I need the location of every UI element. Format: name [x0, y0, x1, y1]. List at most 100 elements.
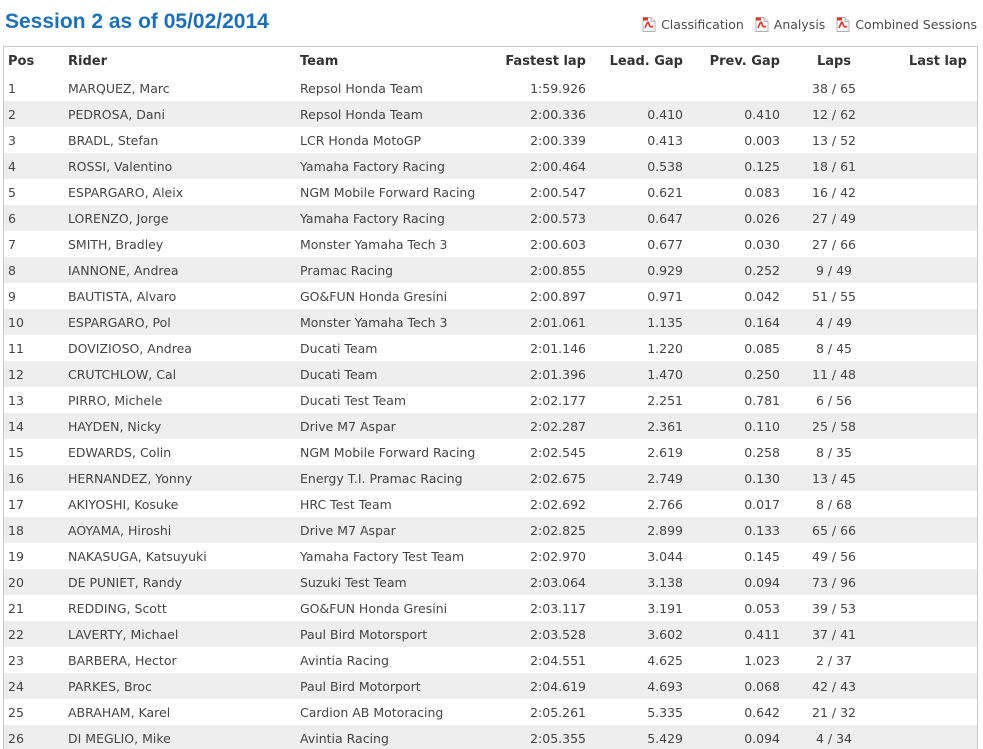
cell-fastest-lap: 2:04.551 [530, 652, 586, 668]
cell-prev-gap: 0.085 [744, 340, 780, 356]
cell-rider: DI MEGLIO, Mike [68, 725, 300, 749]
table-row: 17 AKIYOSHI, Kosuke HRC Test Team 2:02.692 2… [4, 491, 977, 517]
table-row: 11 DOVIZIOSO, Andrea Ducati Team 2:01.146 1.… [4, 335, 977, 361]
cell-team: Drive M7 Aspar [300, 413, 485, 439]
cell-team: Yamaha Factory Test Team [300, 548, 465, 564]
cell-fastest-lap: 2:05.261 [530, 704, 586, 720]
column-header-rider: Rider [68, 53, 107, 69]
cell-fastest-lap: 2:00.603 [530, 236, 586, 252]
cell-laps: 73 / 96 [780, 569, 888, 595]
cell-last-lap [888, 621, 977, 647]
table-row: 4 ROSSI, Valentino Yamaha Factory Racing 2:… [4, 153, 977, 179]
cell-last-lap [888, 595, 977, 621]
combined-sessions-link[interactable]: Combined Sessions [836, 17, 977, 32]
results-table-container: Pos Rider Team Fastest lap Lead. Gap Pre… [3, 46, 978, 749]
column-header-laps: Laps [816, 53, 852, 69]
cell-pos: 6 [4, 205, 68, 231]
cell-last-lap [888, 517, 977, 543]
table-row: 7 SMITH, Bradley Monster Yamaha Tech 3 2:00… [4, 231, 977, 257]
cell-last-lap [888, 101, 977, 127]
cell-rider: REDDING, Scott [68, 600, 167, 616]
cell-team: Pramac Racing [300, 257, 485, 283]
page-title: Session 2 as of 05/02/2014 [5, 10, 269, 33]
cell-fastest-lap: 2:00.573 [485, 205, 586, 231]
cell-last-lap [888, 153, 977, 179]
analysis-link[interactable]: Analysis [755, 17, 826, 32]
table-row: 14 HAYDEN, Nicky Drive M7 Aspar 2:02.287 2.3… [4, 413, 977, 439]
cell-lead-gap: 4.625 [647, 652, 683, 668]
cell-lead-gap: 0.413 [647, 132, 683, 148]
table-row: 25 ABRAHAM, Karel Cardion AB Motoracing 2:0… [4, 699, 977, 725]
cell-pos: 17 [8, 496, 24, 512]
cell-team: Yamaha Factory Racing [300, 205, 485, 231]
cell-team: Yamaha Factory Racing [300, 153, 485, 179]
cell-last-lap [888, 179, 977, 205]
cell-laps: 2 / 37 [815, 652, 853, 668]
cell-fastest-lap: 2:00.855 [485, 257, 586, 283]
cell-team: Avintia Racing [300, 725, 485, 749]
cell-pos: 18 [4, 517, 68, 543]
cell-team: NGM Mobile Forward Racing [300, 184, 476, 200]
cell-team: GO&FUN Honda Gresini [300, 288, 448, 304]
cell-laps: 27 / 49 [780, 205, 888, 231]
cell-last-lap [888, 413, 977, 439]
cell-fastest-lap: 2:02.970 [530, 548, 586, 564]
cell-rider: DE PUNIET, Randy [68, 569, 300, 595]
cell-laps: 8 / 35 [815, 444, 853, 460]
cell-last-lap [888, 231, 977, 257]
cell-team: Repsol Honda Team [300, 80, 423, 96]
cell-prev-gap: 0.411 [683, 621, 780, 647]
cell-lead-gap: 5.335 [647, 704, 683, 720]
cell-rider: PIRRO, Michele [68, 392, 163, 408]
cell-last-lap [888, 725, 977, 749]
cell-rider: EDWARDS, Colin [68, 444, 172, 460]
cell-prev-gap: 0.003 [744, 132, 780, 148]
cell-fastest-lap: 2:02.692 [530, 496, 586, 512]
cell-rider: BARBERA, Hector [68, 652, 177, 668]
cell-team: Ducati Test Team [300, 392, 407, 408]
column-header-last-lap: Last lap [908, 53, 967, 69]
cell-lead-gap: 1.220 [647, 340, 683, 356]
cell-lead-gap: 0.677 [647, 236, 683, 252]
cell-prev-gap: 0.026 [683, 205, 780, 231]
cell-fastest-lap: 2:03.064 [485, 569, 586, 595]
cell-pos: 14 [4, 413, 68, 439]
table-row: 1 MARQUEZ, Marc Repsol Honda Team 1:59.926 3… [4, 75, 977, 101]
classification-link[interactable]: Classification [642, 17, 744, 32]
cell-prev-gap: 0.068 [683, 673, 780, 699]
cell-prev-gap: 0.252 [683, 257, 780, 283]
cell-rider: ESPARGARO, Aleix [68, 184, 184, 200]
cell-lead-gap: 3.138 [586, 569, 683, 595]
table-row: 24 PARKES, Broc Paul Bird Motorport 2:04.61… [4, 673, 977, 699]
table-row: 3 BRADL, Stefan LCR Honda MotoGP 2:00.339 0.… [4, 127, 977, 153]
cell-prev-gap: 0.133 [683, 517, 780, 543]
analysis-link-label: Analysis [773, 17, 826, 32]
column-header-prev-gap: Prev. Gap [709, 53, 780, 69]
cell-laps: 4 / 34 [780, 725, 888, 749]
cell-lead-gap: 2.251 [647, 392, 683, 408]
cell-team: Paul Bird Motorport [300, 673, 485, 699]
cell-team: Avintia Racing [300, 652, 389, 668]
cell-pos: 7 [8, 236, 16, 252]
cell-last-lap [888, 491, 977, 517]
cell-last-lap [888, 335, 977, 361]
cell-fastest-lap: 2:00.336 [485, 101, 586, 127]
cell-laps: 38 / 65 [812, 80, 856, 96]
cell-last-lap [888, 205, 977, 231]
cell-rider: AKIYOSHI, Kosuke [68, 496, 179, 512]
table-row: 12 CRUTCHLOW, Cal Ducati Team 2:01.396 1.470… [4, 361, 977, 387]
column-header-lead-gap: Lead. Gap [609, 53, 683, 69]
table-row: 6 LORENZO, Jorge Yamaha Factory Racing 2:00… [4, 205, 977, 231]
cell-team: LCR Honda MotoGP [300, 132, 422, 148]
cell-prev-gap: 1.023 [744, 652, 780, 668]
table-row: 21 REDDING, Scott GO&FUN Honda Gresini 2:03… [4, 595, 977, 621]
cell-laps: 39 / 53 [812, 600, 856, 616]
cell-laps: 13 / 52 [812, 132, 856, 148]
cell-rider: IANNONE, Andrea [68, 257, 300, 283]
cell-rider: HAYDEN, Nicky [68, 413, 300, 439]
cell-rider: DOVIZIOSO, Andrea [68, 340, 192, 356]
cell-lead-gap [586, 75, 683, 101]
cell-prev-gap: 0.410 [683, 101, 780, 127]
cell-pos: 16 [4, 465, 68, 491]
cell-lead-gap: 3.602 [586, 621, 683, 647]
